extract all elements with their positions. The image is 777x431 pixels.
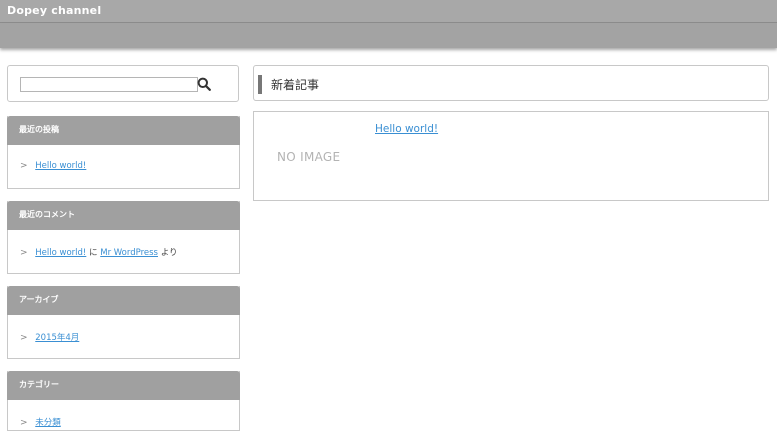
recent-posts-widget: 最近の投稿 > Hello world! (7, 116, 240, 189)
categories-widget: カテゴリー > 未分類 (7, 371, 240, 431)
main-heading-box: 新着記事 (253, 65, 769, 101)
list-item: > Hello world! に Mr WordPress より (8, 230, 239, 258)
archives-widget: アーカイブ > 2015年4月 (7, 286, 240, 359)
recent-comments-widget: 最近のコメント > Hello world! に Mr WordPress より (7, 201, 240, 274)
chevron-right-icon: > (20, 248, 28, 258)
post-card: NO IMAGE Hello world! (253, 111, 769, 201)
post-title-link[interactable]: Hello world! (375, 123, 438, 135)
comment-by-text: より (160, 248, 178, 258)
nav-bar (0, 23, 777, 48)
widget-title: カテゴリー (7, 371, 240, 400)
post-thumbnail-placeholder[interactable]: NO IMAGE (277, 150, 340, 164)
search-icon[interactable] (197, 77, 211, 91)
chevron-right-icon: > (20, 418, 28, 428)
archive-link[interactable]: 2015年4月 (35, 333, 79, 343)
list-item: > 2015年4月 (8, 315, 239, 343)
heading-accent-bar (258, 75, 262, 94)
chevron-right-icon: > (20, 333, 28, 343)
site-title[interactable]: Dopey channel (7, 4, 101, 17)
site-header: Dopey channel (0, 0, 777, 23)
recent-post-link[interactable]: Hello world! (35, 161, 86, 171)
chevron-right-icon: > (20, 161, 28, 171)
comment-post-link[interactable]: Hello world! (35, 248, 86, 258)
search-input[interactable] (20, 77, 198, 92)
widget-title: 最近のコメント (7, 201, 240, 230)
widget-title: 最近の投稿 (7, 116, 240, 145)
category-link[interactable]: 未分類 (35, 418, 61, 428)
widget-title: アーカイブ (7, 286, 240, 315)
search-widget (7, 65, 239, 102)
comment-author-link[interactable]: Mr WordPress (100, 248, 158, 258)
page-title: 新着記事 (271, 78, 320, 92)
list-item: > Hello world! (8, 145, 239, 171)
list-item: > 未分類 (8, 400, 239, 428)
comment-on-text: に (89, 248, 98, 258)
